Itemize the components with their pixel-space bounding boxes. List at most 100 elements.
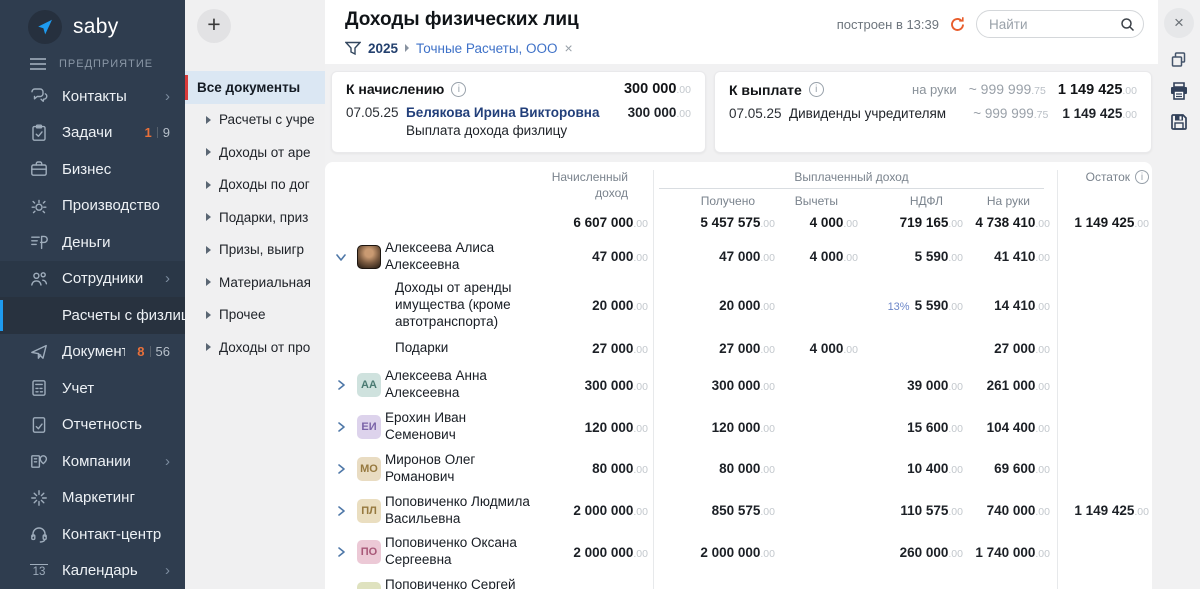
- sidebar-item-business[interactable]: Бизнес: [0, 151, 185, 188]
- add-document-button[interactable]: +: [197, 9, 231, 43]
- table-row[interactable]: ПСПоповиченко Сергей Миронович2 000 000.…: [325, 573, 1152, 589]
- expand-chevron-icon[interactable]: [325, 463, 357, 475]
- expand-triangle-icon[interactable]: [206, 181, 211, 189]
- expand-chevron-icon[interactable]: [325, 421, 357, 433]
- table-row[interactable]: ПЛПоповиченко Людмила Васильевна2 000 00…: [325, 490, 1152, 532]
- total-deductions: 4 000.00: [775, 215, 858, 230]
- hamburger-menu-icon[interactable]: [30, 58, 46, 70]
- table-row[interactable]: МОМиронов Олег Романович80 000.0080 000.…: [325, 448, 1152, 490]
- brand-logo[interactable]: saby: [0, 0, 185, 52]
- sidebar-item-reporting[interactable]: Отчетность: [0, 407, 185, 444]
- filter-year[interactable]: 2025: [368, 41, 398, 56]
- col-rest-label[interactable]: Остаток: [1086, 170, 1130, 184]
- avatar: ПЛ: [357, 499, 381, 523]
- col-ndfl-label[interactable]: НДФЛ: [858, 189, 963, 208]
- production-icon: [28, 196, 50, 216]
- chevron-right-icon: ›: [165, 562, 170, 579]
- table-row[interactable]: ПОПоповиченко Оксана Сергеевна2 000 000.…: [325, 531, 1152, 573]
- expand-chevron-icon[interactable]: [325, 251, 357, 263]
- doc-tree-item[interactable]: Призы, выигр: [185, 234, 325, 267]
- expand-triangle-icon[interactable]: [206, 278, 211, 286]
- sidebar-item-label: Учет: [62, 380, 185, 397]
- close-icon[interactable]: ×: [1164, 8, 1194, 38]
- doc-tree-item[interactable]: Прочее: [185, 299, 325, 332]
- chevron-right-icon: ›: [165, 88, 170, 105]
- sidebar-item-tasks[interactable]: Задачи19: [0, 115, 185, 152]
- doc-tree-item[interactable]: Расчеты с учре: [185, 104, 325, 137]
- search-input[interactable]: [989, 17, 1120, 32]
- payout-card[interactable]: К выплате i на руки ~ 999 999.75 1 149 4…: [714, 71, 1152, 153]
- person-link[interactable]: Белякова Ирина Викторовна: [406, 105, 599, 120]
- expand-triangle-icon[interactable]: [206, 311, 211, 319]
- sidebar-item-contact-center[interactable]: Контакт-центр: [0, 516, 185, 553]
- net-amount: 1 740 000.00: [963, 545, 1050, 560]
- person-name[interactable]: Поповиченко Сергей Миронович: [385, 577, 546, 589]
- info-icon[interactable]: i: [451, 82, 466, 97]
- sidebar-item-payments-individuals[interactable]: Расчеты с физлиц: [0, 297, 185, 334]
- accrued-amount: 47 000.00: [546, 249, 648, 264]
- expand-triangle-icon[interactable]: [206, 343, 211, 351]
- save-icon[interactable]: [1170, 113, 1188, 131]
- sidebar-item-companies[interactable]: Компании›: [0, 443, 185, 480]
- sidebar-item-money[interactable]: Деньги: [0, 224, 185, 261]
- filter-funnel-icon[interactable]: [345, 41, 361, 56]
- col-accrued-label[interactable]: Начисленный доход: [540, 170, 628, 201]
- table-row[interactable]: Доходы от аренды имущества (кроме автотр…: [325, 278, 1152, 337]
- accrual-card[interactable]: К начислению i 300 000.00 07.05.25 Беляк…: [331, 71, 706, 153]
- info-icon[interactable]: i: [1135, 170, 1149, 184]
- total-ndfl: 719 165.00: [858, 215, 963, 230]
- received-amount: 80 000.00: [653, 461, 775, 476]
- filter-organization[interactable]: Точные Расчеты, ООО: [416, 41, 558, 56]
- accrued-amount: 120 000.00: [546, 420, 648, 435]
- expand-chevron-icon[interactable]: [325, 546, 357, 558]
- person-name[interactable]: Алексеева Анна Алексеевна: [385, 368, 546, 402]
- sidebar-item-accounting[interactable]: Учет: [0, 370, 185, 407]
- doc-tree-item[interactable]: Материальная: [185, 266, 325, 299]
- sidebar-item-employees[interactable]: Сотрудники›: [0, 261, 185, 298]
- na-ruki-label: на руки: [912, 82, 957, 97]
- col-deductions-label[interactable]: Вычеты: [775, 189, 858, 208]
- counter-badge: 19: [145, 125, 170, 140]
- sidebar-item-production[interactable]: Производство: [0, 188, 185, 225]
- person-name[interactable]: Алексеева Алиса Алексеевна: [385, 240, 546, 274]
- table-row[interactable]: Алексеева Алиса Алексеевна47 000.0047 00…: [325, 236, 1152, 278]
- accrued-amount: 2 000 000.00: [546, 545, 648, 560]
- person-name[interactable]: Ерохин Иван Семенович: [385, 410, 546, 444]
- table-row[interactable]: Подарки27 000.0027 000.004 000.0027 000.…: [325, 336, 1152, 364]
- doc-tree-item[interactable]: Доходы от аре: [185, 136, 325, 169]
- received-amount: 300 000.00: [653, 378, 775, 393]
- doc-tree-item[interactable]: Доходы от про: [185, 331, 325, 364]
- sidebar-item-documents[interactable]: Документы856: [0, 334, 185, 371]
- info-icon[interactable]: i: [809, 82, 824, 97]
- doc-tree-item[interactable]: Все документы: [185, 71, 325, 104]
- table-row[interactable]: АААлексеева Анна Алексеевна300 000.00300…: [325, 364, 1152, 406]
- table-row[interactable]: ЕИЕрохин Иван Семенович120 000.00120 000…: [325, 406, 1152, 448]
- search-icon[interactable]: [1120, 17, 1135, 32]
- expand-triangle-icon[interactable]: [206, 246, 211, 254]
- person-name[interactable]: Поповиченко Оксана Сергеевна: [385, 535, 546, 569]
- sidebar-item-marketing[interactable]: Маркетинг: [0, 480, 185, 517]
- expand-chevron-icon[interactable]: [325, 505, 357, 517]
- expand-triangle-icon[interactable]: [206, 116, 211, 124]
- filter-remove-icon[interactable]: ×: [565, 40, 573, 56]
- col-received-label[interactable]: Получено: [653, 189, 775, 208]
- expand-chevron-icon[interactable]: [325, 379, 357, 391]
- col-net-label[interactable]: На руки: [963, 189, 1050, 208]
- sidebar-item-label: Производство: [62, 197, 185, 214]
- copy-icon[interactable]: [1170, 51, 1188, 69]
- doc-tree-label: Прочее: [219, 307, 265, 322]
- document-amount: 300 000.00: [628, 105, 691, 120]
- total-accrued: 6 607 000.00: [546, 215, 648, 230]
- sidebar-item-calendar[interactable]: 13Календарь›: [0, 553, 185, 589]
- doc-tree-item[interactable]: Подарки, приз: [185, 201, 325, 234]
- avatar: АА: [357, 373, 381, 397]
- refresh-icon[interactable]: [949, 16, 966, 33]
- expand-triangle-icon[interactable]: [206, 213, 211, 221]
- person-name[interactable]: Поповиченко Людмила Васильевна: [385, 494, 546, 528]
- expand-triangle-icon[interactable]: [206, 148, 211, 156]
- print-icon[interactable]: [1169, 82, 1189, 100]
- sidebar-item-contacts[interactable]: Контакты›: [0, 78, 185, 115]
- person-name[interactable]: Миронов Олег Романович: [385, 452, 546, 486]
- total-received: 5 457 575.00: [653, 215, 775, 230]
- doc-tree-item[interactable]: Доходы по дог: [185, 169, 325, 202]
